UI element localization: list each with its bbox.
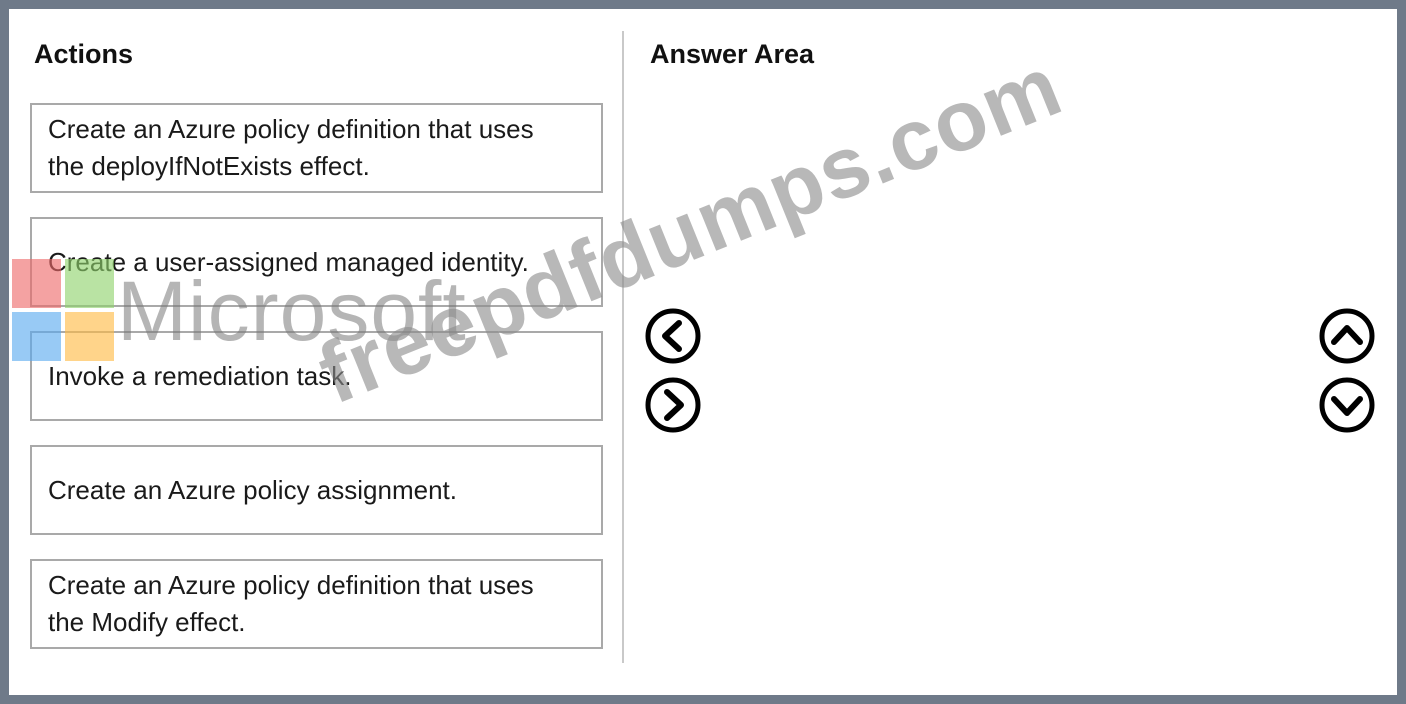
drag-drop-question-panel: Actions Answer Area Create an Azure poli… [0, 0, 1406, 704]
action-item-invoke-remediation-task[interactable]: Invoke a remediation task. [30, 331, 603, 421]
action-item-text: Invoke a remediation task. [48, 358, 352, 395]
action-item-text: Create a user-assigned managed identity. [48, 244, 529, 281]
move-right-button[interactable] [644, 376, 702, 434]
action-item-text: Create an Azure policy definition that u… [48, 111, 534, 185]
action-item-text: Create an Azure policy definition that u… [48, 567, 534, 641]
action-item-create-policy-assignment[interactable]: Create an Azure policy assignment. [30, 445, 603, 535]
column-divider [622, 31, 624, 663]
action-item-line: Create an Azure policy assignment. [48, 474, 457, 505]
action-item-line: the Modify effect. [48, 607, 246, 637]
move-up-button[interactable] [1318, 307, 1376, 365]
action-item-create-policy-modify[interactable]: Create an Azure policy definition that u… [30, 559, 603, 649]
move-left-button[interactable] [644, 307, 702, 365]
chevron-up-circle-icon [1319, 308, 1375, 364]
action-item-line: Create an Azure policy definition that u… [48, 570, 534, 600]
action-item-line: Create an Azure policy definition that u… [48, 114, 534, 144]
action-item-create-policy-deployifnotexists[interactable]: Create an Azure policy definition that u… [30, 103, 603, 193]
action-item-create-managed-identity[interactable]: Create a user-assigned managed identity. [30, 217, 603, 307]
answer-area-heading: Answer Area [650, 39, 815, 69]
chevron-right-circle-icon [645, 377, 701, 433]
action-item-text: Create an Azure policy assignment. [48, 472, 457, 509]
action-item-line: the deployIfNotExists effect. [48, 151, 370, 181]
actions-heading: Actions [34, 39, 134, 69]
move-down-button[interactable] [1318, 376, 1376, 434]
action-item-line: Invoke a remediation task. [48, 360, 352, 391]
action-item-line: Create a user-assigned managed identity. [48, 246, 529, 277]
chevron-left-circle-icon [645, 308, 701, 364]
chevron-down-circle-icon [1319, 377, 1375, 433]
